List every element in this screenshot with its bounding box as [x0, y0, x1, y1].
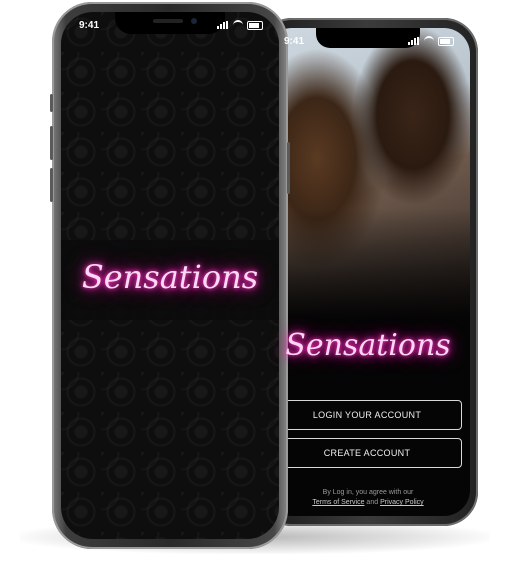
app-logo: Sensations: [285, 328, 451, 363]
welcome-screen: 9:41 Sensations LOGIN YOUR ACCOUNT CREAT…: [266, 28, 470, 516]
status-time: 9:41: [284, 36, 305, 47]
signal-icon: [408, 37, 420, 45]
volume-up-button: [50, 126, 53, 160]
terms-link[interactable]: Terms of Service: [312, 499, 364, 506]
signal-icon: [217, 21, 229, 29]
status-bar: 9:41: [75, 18, 265, 32]
splash-screen: 9:41 Sensations: [61, 12, 279, 539]
phone-front: 9:41 Sensations: [50, 2, 290, 549]
app-logo: Sensations: [81, 258, 259, 296]
status-bar: 9:41: [280, 34, 456, 48]
power-button: [287, 142, 290, 194]
status-time: 9:41: [79, 20, 100, 31]
wifi-icon: [233, 20, 243, 30]
legal-notice: By Log in, you agree with our Terms of S…: [276, 488, 460, 508]
volume-down-button: [50, 168, 53, 202]
create-account-button[interactable]: CREATE ACCOUNT: [272, 438, 462, 468]
phone-back: 9:41 Sensations LOGIN YOUR ACCOUNT CREAT…: [258, 18, 478, 526]
login-button[interactable]: LOGIN YOUR ACCOUNT: [272, 400, 462, 430]
couple-photo: [266, 28, 470, 318]
legal-and: and: [366, 499, 379, 506]
privacy-link[interactable]: Privacy Policy: [380, 499, 424, 506]
battery-icon: [247, 20, 263, 30]
battery-icon: [438, 36, 454, 46]
wifi-icon: [424, 36, 434, 46]
mute-switch: [50, 94, 53, 112]
legal-prefix: By Log in, you agree with our: [322, 489, 414, 496]
